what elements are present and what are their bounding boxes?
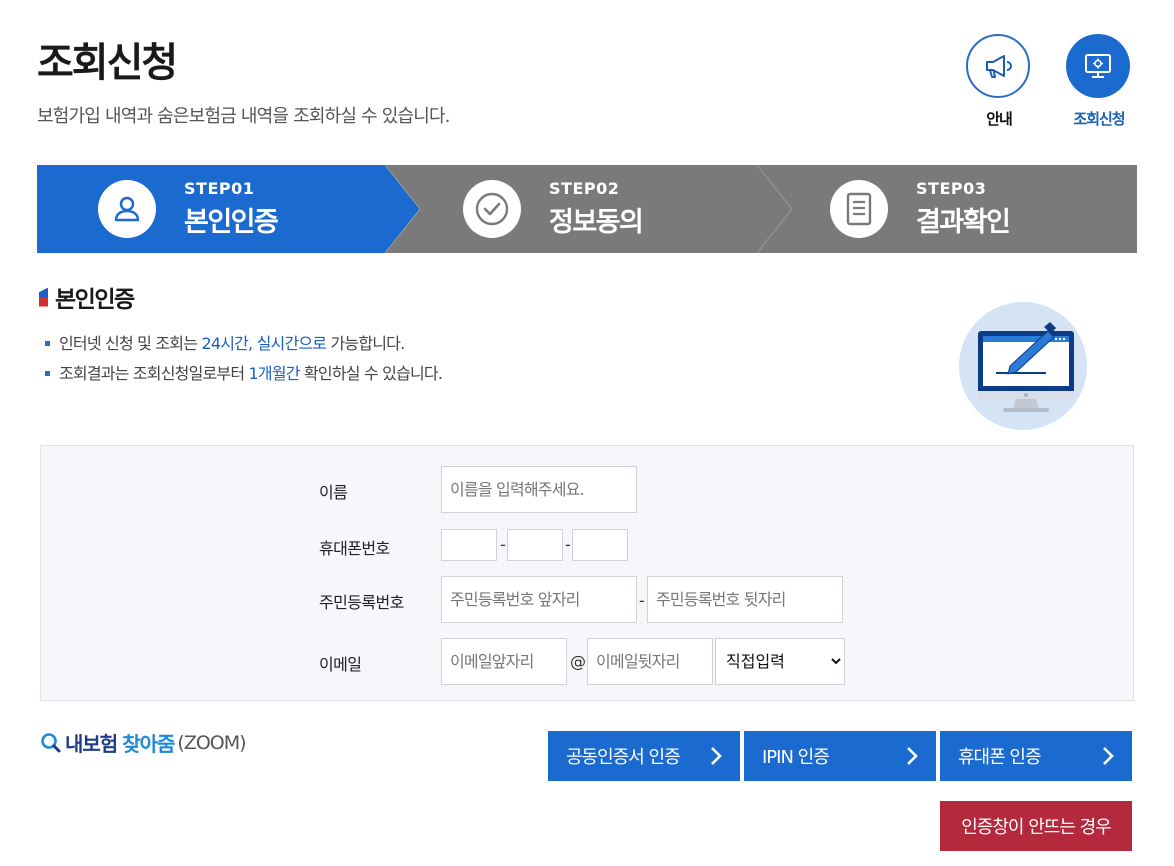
- email-domain-input[interactable]: [587, 638, 713, 685]
- notice-text: 확인하실 수 있습니다.: [299, 364, 443, 383]
- phone-separator: -: [500, 535, 506, 554]
- guide-label: 안내: [986, 110, 1013, 128]
- section-title: 본인인증: [55, 287, 135, 313]
- search-icon: [41, 732, 61, 752]
- notice-highlight: 24시간, 실시간으로: [201, 334, 327, 353]
- step-progress-bar: STEP01 본인인증 STEP02 정보동의 STEP03 결과확인: [37, 165, 1137, 253]
- page-title: 조회신청: [37, 40, 178, 86]
- notice-text: 가능합니다.: [326, 334, 406, 353]
- chevron-right-icon: [711, 747, 722, 765]
- name-label: 이름: [319, 483, 348, 502]
- inquiry-label: 조회신청: [1073, 110, 1125, 128]
- email-local-input[interactable]: [441, 638, 567, 685]
- section-marker-icon: [39, 287, 48, 307]
- step-2: STEP02 정보동의: [463, 165, 644, 253]
- phone-part-3-input[interactable]: [572, 529, 628, 561]
- identity-form: 이름 휴대폰번호 - - 주민등록번호 - 이메일 @ 직접입력: [40, 445, 1134, 701]
- logo-text-part1: 내보험: [65, 732, 118, 756]
- step-3-name: 결과확인: [916, 207, 1011, 238]
- email-label: 이메일: [319, 655, 362, 674]
- check-circle-icon: [463, 180, 521, 238]
- rrn-label: 주민등록번호: [319, 593, 404, 612]
- step-divider: [756, 165, 793, 253]
- rrn-front-input[interactable]: [441, 576, 637, 623]
- logo-text-part3: (ZOOM): [177, 731, 246, 754]
- email-at-sign: @: [570, 652, 586, 671]
- notice-item: 인터넷 신청 및 조회는 24시간, 실시간으로 가능합니다.: [45, 333, 442, 363]
- chevron-right-icon: [1103, 747, 1114, 765]
- name-input[interactable]: [441, 466, 637, 513]
- email-domain-select[interactable]: 직접입력: [715, 638, 845, 685]
- notice-list: 인터넷 신청 및 조회는 24시간, 실시간으로 가능합니다. 조회결과는 조회…: [45, 333, 443, 393]
- step-1: STEP01 본인인증: [98, 165, 279, 253]
- rrn-separator: -: [639, 591, 645, 610]
- guide-button[interactable]: 안내: [966, 34, 1032, 129]
- user-icon: [98, 180, 156, 238]
- ipin-auth-button[interactable]: IPIN 인증: [744, 731, 936, 781]
- step-3: STEP03 결과확인: [830, 165, 1011, 253]
- page-description: 보험가입 내역과 숨은보험금 내역을 조회하실 수 있습니다.: [37, 106, 451, 127]
- certificate-auth-button[interactable]: 공동인증서 인증: [548, 731, 740, 781]
- step-1-name: 본인인증: [184, 207, 279, 238]
- phone-label: 휴대폰번호: [319, 539, 390, 558]
- notice-highlight: 1개월간: [248, 364, 301, 383]
- insurance-zoom-logo[interactable]: 내보험 찾아줌 (ZOOM): [40, 728, 247, 757]
- step-3-number: STEP03: [916, 179, 987, 198]
- step-2-name: 정보동의: [549, 207, 644, 238]
- popup-not-showing-button[interactable]: 인증창이 안뜨는 경우: [940, 801, 1132, 851]
- notice-text: 조회결과는 조회신청일로부터: [59, 364, 249, 383]
- bullet-icon: [45, 371, 50, 376]
- megaphone-icon: [966, 34, 1030, 98]
- monitor-settings-icon: [1066, 34, 1130, 98]
- bullet-icon: [45, 341, 50, 346]
- notice-text: 인터넷 신청 및 조회는: [59, 334, 202, 353]
- phone-auth-button[interactable]: 휴대폰 인증: [940, 731, 1132, 781]
- step-1-number: STEP01: [184, 179, 255, 198]
- step-2-number: STEP02: [549, 179, 620, 198]
- inquiry-button[interactable]: 조회신청: [1066, 34, 1132, 129]
- phone-part-1-input[interactable]: [441, 529, 497, 561]
- rrn-back-input[interactable]: [647, 576, 843, 623]
- monitor-pen-illustration: [959, 302, 1087, 430]
- certificate-auth-label: 공동인증서 인증: [566, 747, 681, 768]
- document-icon: [830, 180, 888, 238]
- phone-separator: -: [565, 535, 571, 554]
- phone-part-2-input[interactable]: [507, 529, 563, 561]
- phone-auth-label: 휴대폰 인증: [958, 747, 1042, 768]
- logo-text-part2: 찾아줌: [122, 732, 175, 756]
- chevron-right-icon: [907, 747, 918, 765]
- ipin-auth-label: IPIN 인증: [762, 747, 830, 768]
- section-heading: 본인인증: [39, 280, 135, 314]
- step-divider: [384, 165, 421, 253]
- notice-item: 조회결과는 조회신청일로부터 1개월간 확인하실 수 있습니다.: [45, 363, 443, 393]
